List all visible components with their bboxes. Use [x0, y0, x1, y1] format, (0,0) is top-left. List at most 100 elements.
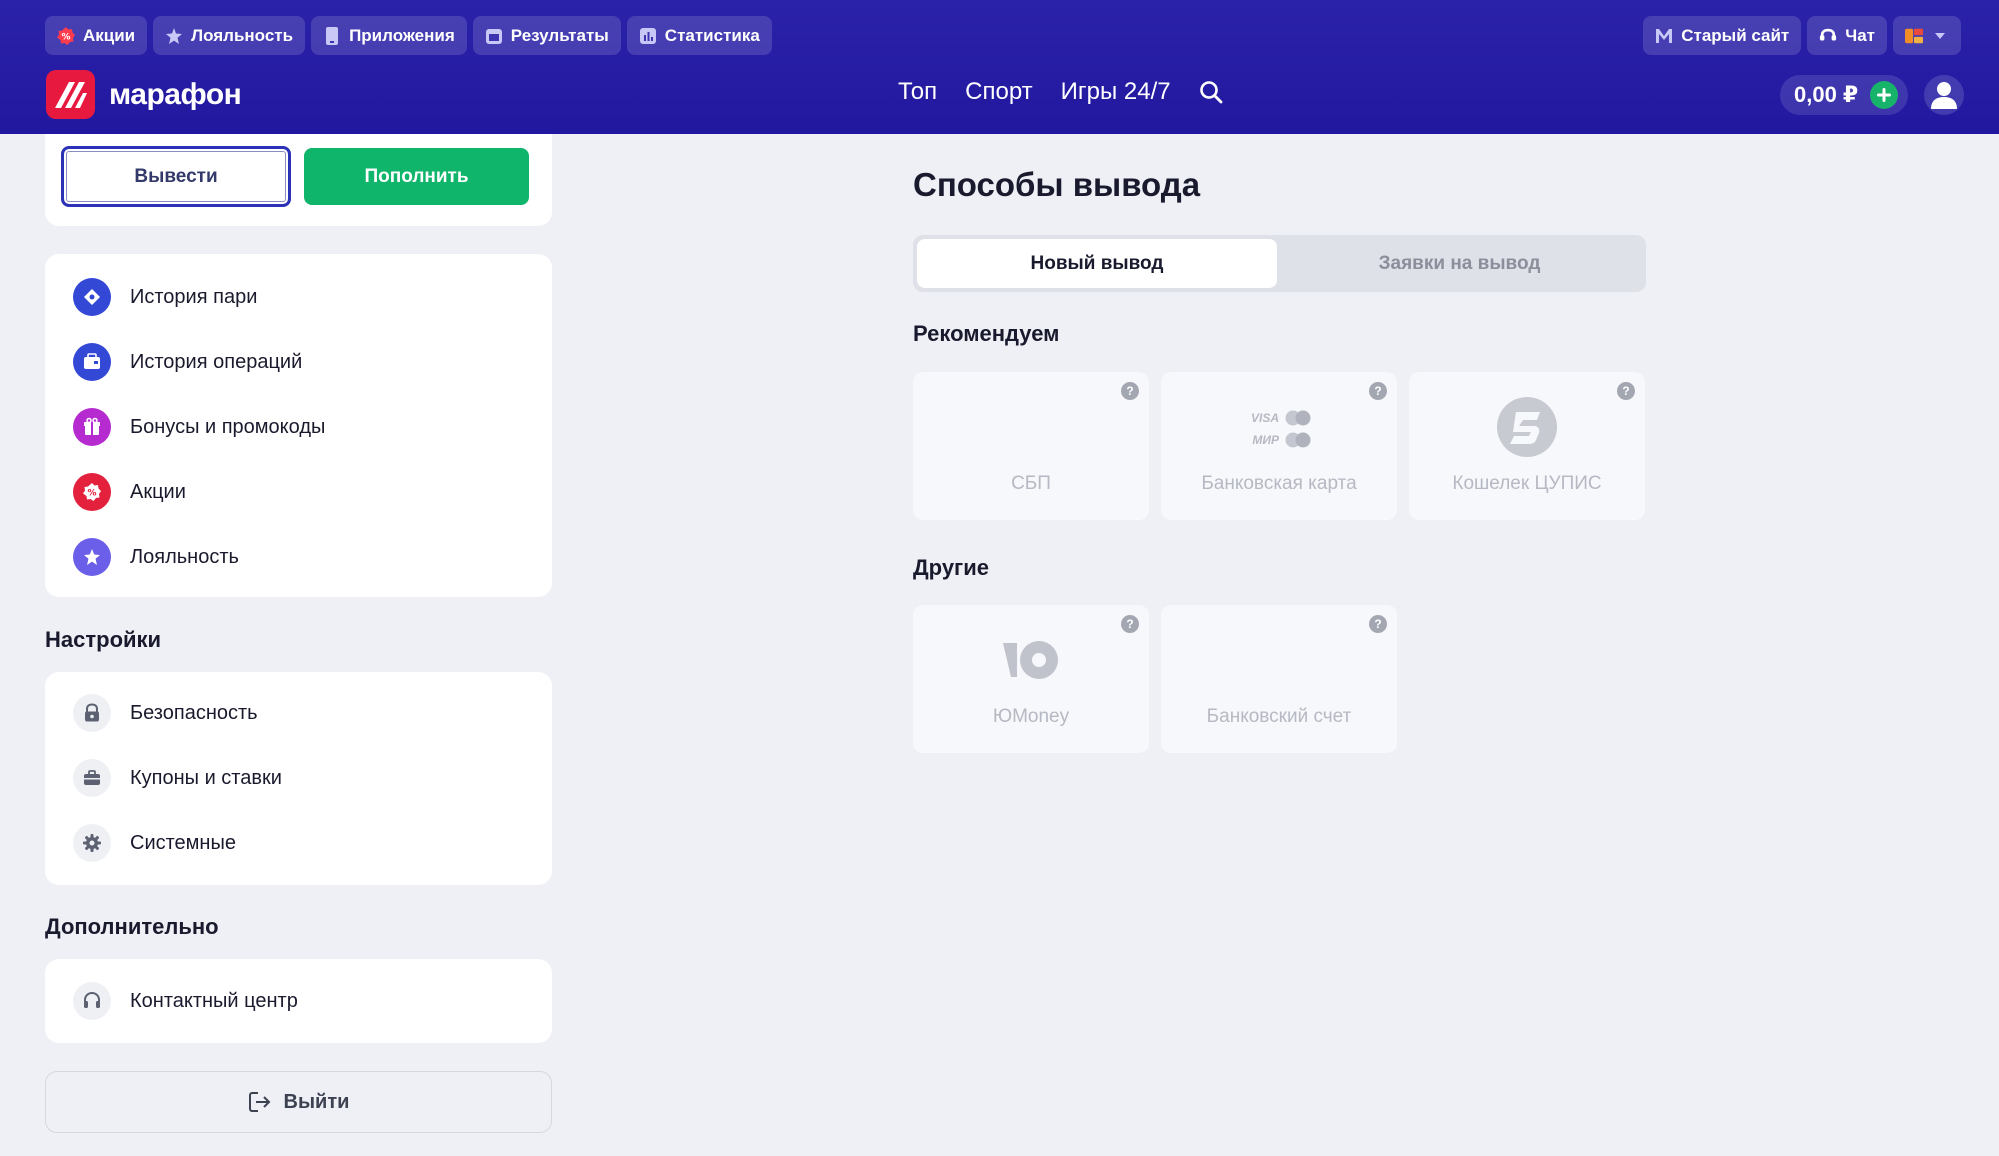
page-title: Способы вывода: [913, 166, 1201, 203]
nav-sport[interactable]: Спорт: [965, 78, 1033, 106]
top-right-links: Старый сайт Чат: [1643, 16, 1961, 55]
payment-method-bank-account[interactable]: ? Банковский счет: [1161, 605, 1397, 753]
recommended-title: Рекомендуем: [913, 321, 1060, 346]
settings-card: Безопасность Купоны и ставки Системные: [45, 672, 552, 885]
menu-item-system[interactable]: Системные: [73, 824, 236, 862]
top-header: % Акции Лояльность Приложения Результаты: [0, 0, 1999, 134]
badge-percent-icon: %: [73, 473, 111, 511]
menu-item-label: Безопасность: [130, 701, 258, 724]
tab-withdrawal-requests[interactable]: Заявки на вывод: [1277, 239, 1642, 288]
top-link-statistics[interactable]: Статистика: [626, 16, 772, 55]
search-icon[interactable]: [1199, 80, 1223, 104]
balance-amount: 0,00 ₽: [1794, 82, 1859, 107]
menu-item-label: Бонусы и промокоды: [130, 415, 326, 438]
payment-method-bank-card[interactable]: ? VISA МИР Банковская карта: [1161, 372, 1397, 520]
headset-icon: [73, 982, 111, 1020]
top-link-label: Акции: [83, 25, 136, 45]
menu-item-contact-center[interactable]: Контактный центр: [73, 982, 298, 1020]
language-select[interactable]: [1893, 16, 1961, 55]
top-link-label: Статистика: [664, 25, 760, 45]
menu-item-coupons[interactable]: Купоны и ставки: [73, 759, 282, 797]
chart-icon: [639, 27, 657, 45]
yoomoney-logo-icon: [913, 627, 1149, 693]
help-icon[interactable]: ?: [1121, 382, 1139, 400]
logout-icon: [248, 1091, 272, 1113]
menu-item-label: Системные: [130, 831, 236, 854]
extra-card: Контактный центр: [45, 959, 552, 1043]
payment-method-yoomoney[interactable]: ? ЮMoney: [913, 605, 1149, 753]
nav-games[interactable]: Игры 24/7: [1061, 78, 1171, 106]
menu-item-label: История пари: [130, 285, 258, 308]
menu-item-label: Акции: [130, 480, 186, 503]
payment-method-label: СБП: [1011, 473, 1051, 494]
brand-name: марафон: [109, 77, 242, 111]
old-site-link[interactable]: Старый сайт: [1643, 16, 1802, 55]
brand-logo[interactable]: марафон: [46, 70, 242, 119]
svg-text:%: %: [87, 489, 96, 499]
mastercard-icon: [1285, 410, 1311, 426]
mir-logo: МИР: [1252, 433, 1279, 447]
top-link-label: Лояльность: [191, 25, 294, 45]
wallet-actions-card: Вывести Пополнить: [45, 134, 552, 226]
menu-item-label: Купоны и ставки: [130, 766, 282, 789]
lock-icon: [73, 694, 111, 732]
payment-method-sbp[interactable]: ? СБП: [913, 372, 1149, 520]
badge-percent-icon: %: [57, 26, 75, 45]
logout-button[interactable]: Выйти: [45, 1071, 552, 1133]
withdraw-button[interactable]: Вывести: [61, 146, 291, 207]
top-link-promotions[interactable]: % Акции: [45, 16, 148, 55]
main-nav: Топ Спорт Игры 24/7: [898, 78, 1223, 106]
top-links: % Акции Лояльность Приложения Результаты: [45, 16, 772, 55]
payment-method-label: Кошелек ЦУПИС: [1452, 473, 1602, 494]
settings-section-title: Настройки: [45, 627, 162, 652]
wallet-icon: [73, 343, 111, 381]
gift-icon: [73, 408, 111, 446]
deposit-button[interactable]: Пополнить: [304, 148, 529, 205]
gear-icon: [73, 824, 111, 862]
withdraw-tabs: Новый вывод Заявки на вывод: [913, 235, 1646, 292]
m-logo-icon: [1655, 27, 1673, 45]
old-site-label: Старый сайт: [1681, 25, 1790, 45]
menu-item-label: Лояльность: [130, 545, 239, 568]
menu-item-label: Контактный центр: [130, 989, 298, 1012]
chevron-down-icon: [1931, 27, 1949, 45]
star-badge-icon: [165, 27, 183, 45]
top-link-loyalty[interactable]: Лояльность: [153, 16, 306, 55]
payment-method-label: Банковский счет: [1206, 706, 1352, 727]
menu-item-security[interactable]: Безопасность: [73, 694, 258, 732]
menu-item-operations-history[interactable]: История операций: [73, 343, 302, 381]
card-brands-logo: VISA МИР: [1161, 404, 1397, 454]
tab-new-withdrawal[interactable]: Новый вывод: [917, 239, 1277, 288]
visa-logo: VISA: [1250, 411, 1279, 425]
marathon-logo-icon: [46, 70, 95, 119]
other-title: Другие: [913, 555, 989, 580]
calendar-icon: [485, 27, 503, 45]
user-avatar-icon[interactable]: [1924, 75, 1964, 115]
top-link-apps[interactable]: Приложения: [311, 16, 467, 55]
top-link-label: Приложения: [349, 25, 455, 45]
chat-link[interactable]: Чат: [1807, 16, 1887, 55]
menu-item-loyalty[interactable]: Лояльность: [73, 538, 239, 576]
menu-item-label: История операций: [130, 350, 303, 373]
balance-widget[interactable]: 0,00 ₽: [1780, 75, 1909, 115]
plus-icon[interactable]: [1870, 81, 1899, 109]
help-icon[interactable]: ?: [1369, 615, 1387, 633]
flag-icon: [1905, 27, 1923, 45]
cupis-logo-icon: [1409, 394, 1645, 460]
payment-method-label: ЮMoney: [992, 706, 1070, 727]
help-icon[interactable]: ?: [1369, 382, 1387, 400]
menu-item-bet-history[interactable]: История пари: [73, 278, 257, 316]
top-link-results[interactable]: Результаты: [472, 16, 621, 55]
extra-section-title: Дополнительно: [45, 914, 219, 939]
mastercard-icon: [1285, 432, 1311, 448]
logout-label: Выйти: [283, 1090, 350, 1113]
briefcase-icon: [73, 759, 111, 797]
nav-top[interactable]: Топ: [898, 78, 937, 106]
menu-item-bonuses[interactable]: Бонусы и промокоды: [73, 408, 325, 446]
payment-method-cupis[interactable]: ? Кошелек ЦУПИС: [1409, 372, 1645, 520]
svg-text:%: %: [61, 32, 70, 42]
menu-item-promotions[interactable]: % Акции: [73, 473, 186, 511]
chat-icon: [1819, 27, 1837, 45]
payment-method-label: Банковская карта: [1201, 473, 1357, 494]
top-link-label: Результаты: [510, 25, 609, 45]
